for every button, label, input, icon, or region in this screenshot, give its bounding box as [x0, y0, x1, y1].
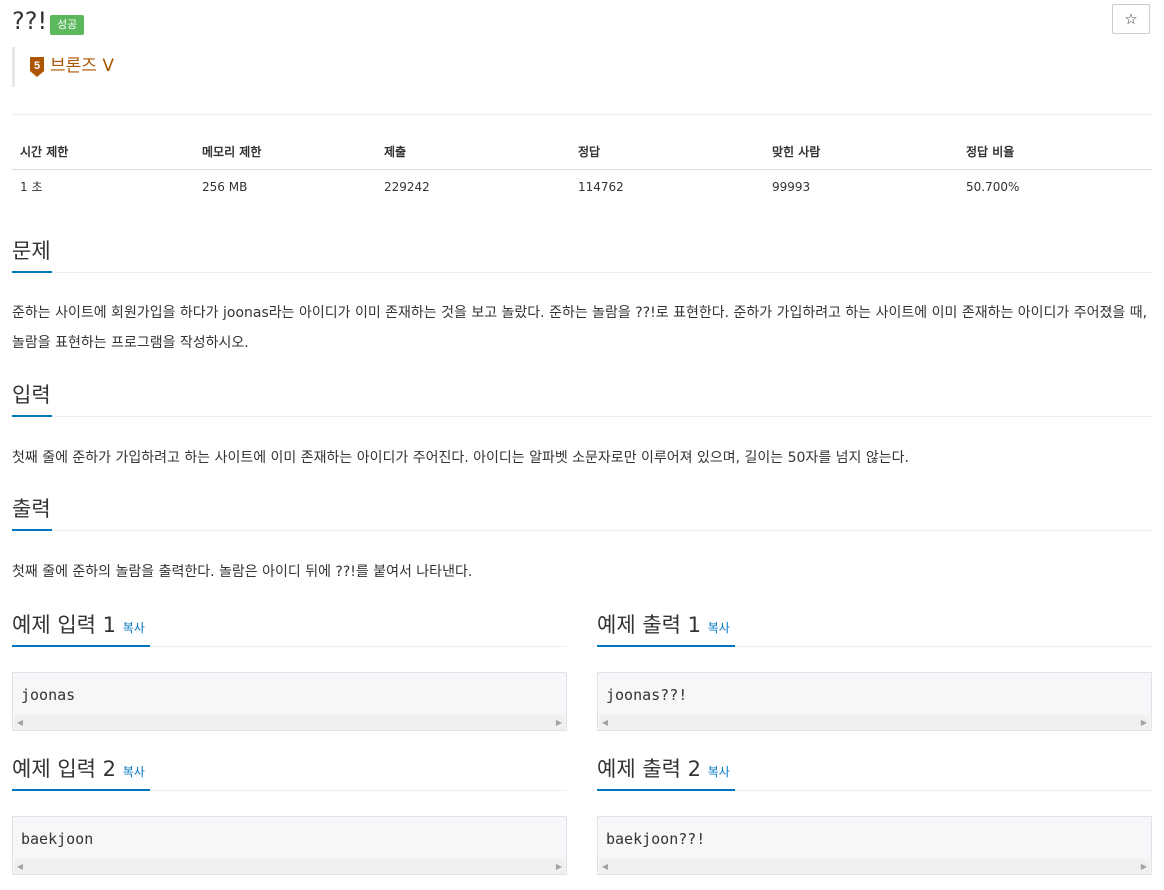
horizontal-scrollbar[interactable]: ◀ ▶ [14, 715, 565, 730]
scroll-left-icon[interactable]: ◀ [599, 859, 611, 874]
sample-output-1-text: joonas??! [606, 686, 688, 704]
th-accepted: 정답 [578, 145, 601, 159]
scroll-left-icon[interactable]: ◀ [599, 715, 611, 730]
problem-title: ??! [12, 7, 48, 35]
star-button[interactable]: ☆ [1112, 4, 1150, 34]
th-memory-limit: 메모리 제한 [202, 145, 262, 159]
sample-input-2-title: 예제 입력 2 복사 [12, 755, 145, 786]
section-underline [12, 645, 150, 647]
scroll-left-icon[interactable]: ◀ [14, 859, 26, 874]
section-rule [52, 416, 1152, 417]
sample-output-2-box[interactable]: baekjoon??! ◀ ▶ [597, 816, 1152, 875]
sample-output-1-box[interactable]: joonas??! ◀ ▶ [597, 672, 1152, 731]
section-underline [597, 645, 735, 647]
divider [12, 114, 1152, 115]
th-solved-users: 맞힌 사람 [772, 145, 821, 159]
sample-output-1-label: 예제 출력 1 [597, 613, 701, 637]
tier-border [12, 47, 15, 87]
sample-output-2-label: 예제 출력 2 [597, 757, 701, 781]
copy-sample-output-2-button[interactable]: 복사 [708, 765, 730, 779]
section-underline [597, 789, 735, 791]
tier-number: 5 [34, 60, 40, 72]
section-underline [12, 271, 52, 273]
section-title-output: 출력 [12, 497, 51, 521]
star-icon: ☆ [1124, 10, 1138, 28]
horizontal-scrollbar[interactable]: ◀ ▶ [599, 859, 1150, 874]
output-text: 첫째 줄에 준하의 놀람을 출력한다. 놀람은 아이디 뒤에 ??!를 붙여서 … [12, 564, 473, 580]
sample-input-2-box[interactable]: baekjoon ◀ ▶ [12, 816, 567, 875]
copy-sample-input-2-button[interactable]: 복사 [123, 765, 145, 779]
section-underline [12, 789, 150, 791]
table-header-rule [12, 169, 1152, 170]
horizontal-scrollbar[interactable]: ◀ ▶ [14, 859, 565, 874]
scroll-right-icon[interactable]: ▶ [553, 859, 565, 874]
section-underline [12, 529, 52, 531]
sample-output-2-title: 예제 출력 2 복사 [597, 755, 730, 786]
section-title-input: 입력 [12, 383, 51, 407]
bronze-tier-icon: 5 [30, 57, 44, 77]
section-underline [12, 415, 52, 417]
th-accept-ratio: 정답 비율 [966, 145, 1015, 159]
th-time-limit: 시간 제한 [20, 145, 69, 159]
horizontal-scrollbar[interactable]: ◀ ▶ [599, 715, 1150, 730]
sample-input-2-label: 예제 입력 2 [12, 757, 116, 781]
copy-sample-output-1-button[interactable]: 복사 [708, 621, 730, 635]
section-rule [735, 646, 1152, 647]
section-rule [150, 790, 567, 791]
scroll-right-icon[interactable]: ▶ [1138, 715, 1150, 730]
result-badge: 성공 [50, 15, 85, 35]
td-solved-users[interactable]: 99993 [772, 179, 810, 195]
scroll-right-icon[interactable]: ▶ [1138, 859, 1150, 874]
sample-input-1-box[interactable]: joonas ◀ ▶ [12, 672, 567, 731]
section-title-description: 문제 [12, 239, 51, 263]
td-memory-limit: 256 MB [202, 180, 248, 194]
td-accepted[interactable]: 114762 [578, 179, 624, 195]
sample-output-1-title: 예제 출력 1 복사 [597, 611, 730, 642]
input-text: 첫째 줄에 준하가 가입하려고 하는 사이트에 이미 존재하는 아이디가 주어진… [12, 450, 909, 466]
sample-input-1-label: 예제 입력 1 [12, 613, 116, 637]
sample-input-1-text: joonas [21, 686, 76, 704]
section-rule [150, 646, 567, 647]
section-rule [52, 530, 1152, 531]
sample-input-2-text: baekjoon [21, 830, 94, 848]
scroll-right-icon[interactable]: ▶ [553, 715, 565, 730]
td-time-limit: 1 초 [20, 180, 43, 194]
tier-label[interactable]: 브론즈 V [50, 55, 114, 77]
td-submissions[interactable]: 229242 [384, 179, 430, 195]
th-submissions: 제출 [384, 145, 407, 159]
sample-input-1-title: 예제 입력 1 복사 [12, 611, 145, 642]
copy-sample-input-1-button[interactable]: 복사 [123, 621, 145, 635]
sample-output-2-text: baekjoon??! [606, 830, 706, 848]
section-rule [52, 272, 1152, 273]
td-accept-ratio: 50.700% [966, 180, 1020, 194]
description-text: 준하는 사이트에 회원가입을 하다가 joonas라는 아이디가 이미 존재하는… [12, 305, 1148, 351]
section-rule [735, 790, 1152, 791]
scroll-left-icon[interactable]: ◀ [14, 715, 26, 730]
